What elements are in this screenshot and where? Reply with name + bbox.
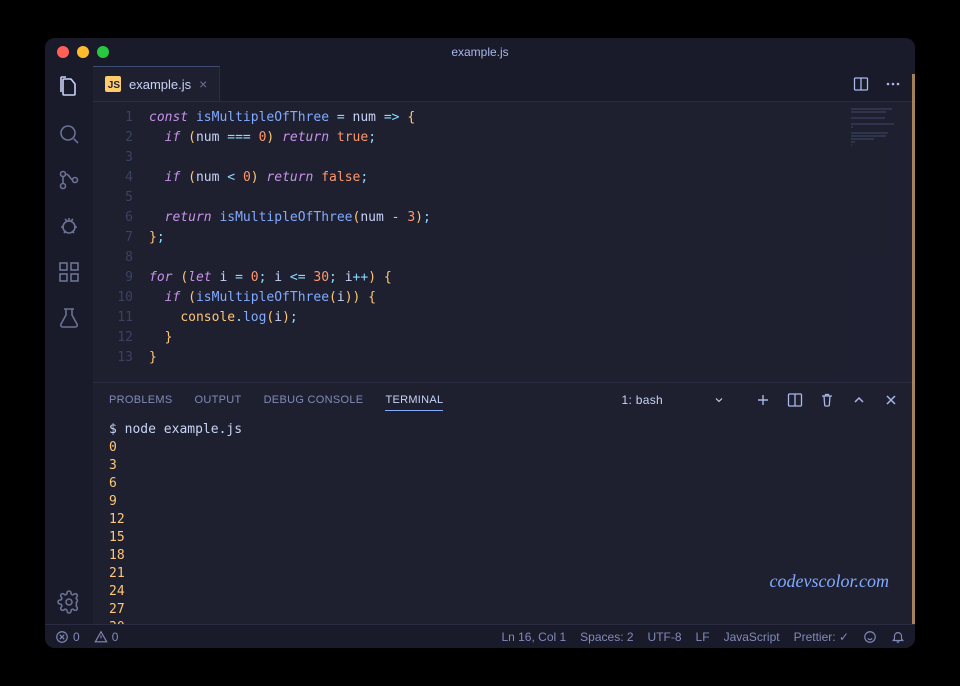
code-content[interactable]: const isMultipleOfThree = num => { if (n… (149, 102, 845, 382)
status-feedback-icon[interactable] (863, 630, 877, 644)
status-bell-icon[interactable] (891, 630, 905, 644)
panel-actions (755, 392, 899, 408)
status-errors[interactable]: 0 (55, 630, 80, 644)
vscode-window: example.js (45, 38, 915, 648)
explorer-icon[interactable] (57, 76, 81, 100)
panel-tab-output[interactable]: OUTPUT (195, 390, 242, 410)
main-area: JS example.js × 1 2 3 4 5 6 7 8 9 10 11 … (93, 66, 915, 624)
status-indentation[interactable]: Spaces: 2 (580, 630, 633, 644)
window-body: JS example.js × 1 2 3 4 5 6 7 8 9 10 11 … (45, 66, 915, 624)
chevron-down-icon (713, 394, 725, 406)
panel-tabs: PROBLEMS OUTPUT DEBUG CONSOLE TERMINAL 1… (93, 383, 915, 417)
split-editor-icon[interactable] (853, 76, 869, 92)
overview-ruler (912, 74, 915, 624)
status-eol[interactable]: LF (696, 630, 710, 644)
more-actions-icon[interactable] (885, 76, 901, 92)
search-icon[interactable] (57, 122, 81, 146)
bottom-panel: PROBLEMS OUTPUT DEBUG CONSOLE TERMINAL 1… (93, 382, 915, 624)
status-cursor-position[interactable]: Ln 16, Col 1 (501, 630, 566, 644)
debug-icon[interactable] (57, 214, 81, 238)
settings-gear-icon[interactable] (57, 590, 81, 614)
tab-label: example.js (129, 77, 191, 92)
traffic-lights (45, 46, 109, 58)
close-panel-icon[interactable] (883, 392, 899, 408)
status-language[interactable]: JavaScript (724, 630, 780, 644)
activity-bar (45, 66, 93, 624)
line-gutter: 1 2 3 4 5 6 7 8 9 10 11 12 13 (93, 102, 149, 382)
panel-tab-terminal[interactable]: TERMINAL (385, 390, 443, 411)
terminal-content[interactable]: $ node example.js036912151821242730$ (93, 417, 915, 624)
js-file-icon: JS (105, 76, 121, 92)
editor-actions (839, 66, 915, 101)
status-encoding[interactable]: UTF-8 (648, 630, 682, 644)
error-icon (55, 630, 69, 644)
chevron-up-icon[interactable] (851, 392, 867, 408)
source-control-icon[interactable] (57, 168, 81, 192)
extensions-icon[interactable] (57, 260, 81, 284)
new-terminal-icon[interactable] (755, 392, 771, 408)
terminal-select[interactable]: 1: bash (614, 389, 733, 411)
close-window-button[interactable] (57, 46, 69, 58)
warning-icon (94, 630, 108, 644)
editor-tabs: JS example.js × (93, 66, 915, 102)
panel-tab-debug[interactable]: DEBUG CONSOLE (264, 390, 364, 410)
window-title: example.js (45, 45, 915, 59)
panel-tab-problems[interactable]: PROBLEMS (109, 390, 173, 410)
split-terminal-icon[interactable] (787, 392, 803, 408)
testing-icon[interactable] (57, 306, 81, 330)
terminal-select-label: 1: bash (622, 393, 663, 407)
maximize-window-button[interactable] (97, 46, 109, 58)
status-bar: 0 0 Ln 16, Col 1 Spaces: 2 UTF-8 LF Java… (45, 624, 915, 648)
trash-icon[interactable] (819, 392, 835, 408)
status-warnings[interactable]: 0 (94, 630, 119, 644)
tab-example-js[interactable]: JS example.js × (93, 66, 220, 101)
status-formatter[interactable]: Prettier: ✓ (794, 630, 849, 644)
minimap[interactable] (845, 102, 915, 382)
editor[interactable]: 1 2 3 4 5 6 7 8 9 10 11 12 13 const isMu… (93, 102, 915, 382)
titlebar: example.js (45, 38, 915, 66)
minimize-window-button[interactable] (77, 46, 89, 58)
tab-close-icon[interactable]: × (199, 76, 207, 92)
